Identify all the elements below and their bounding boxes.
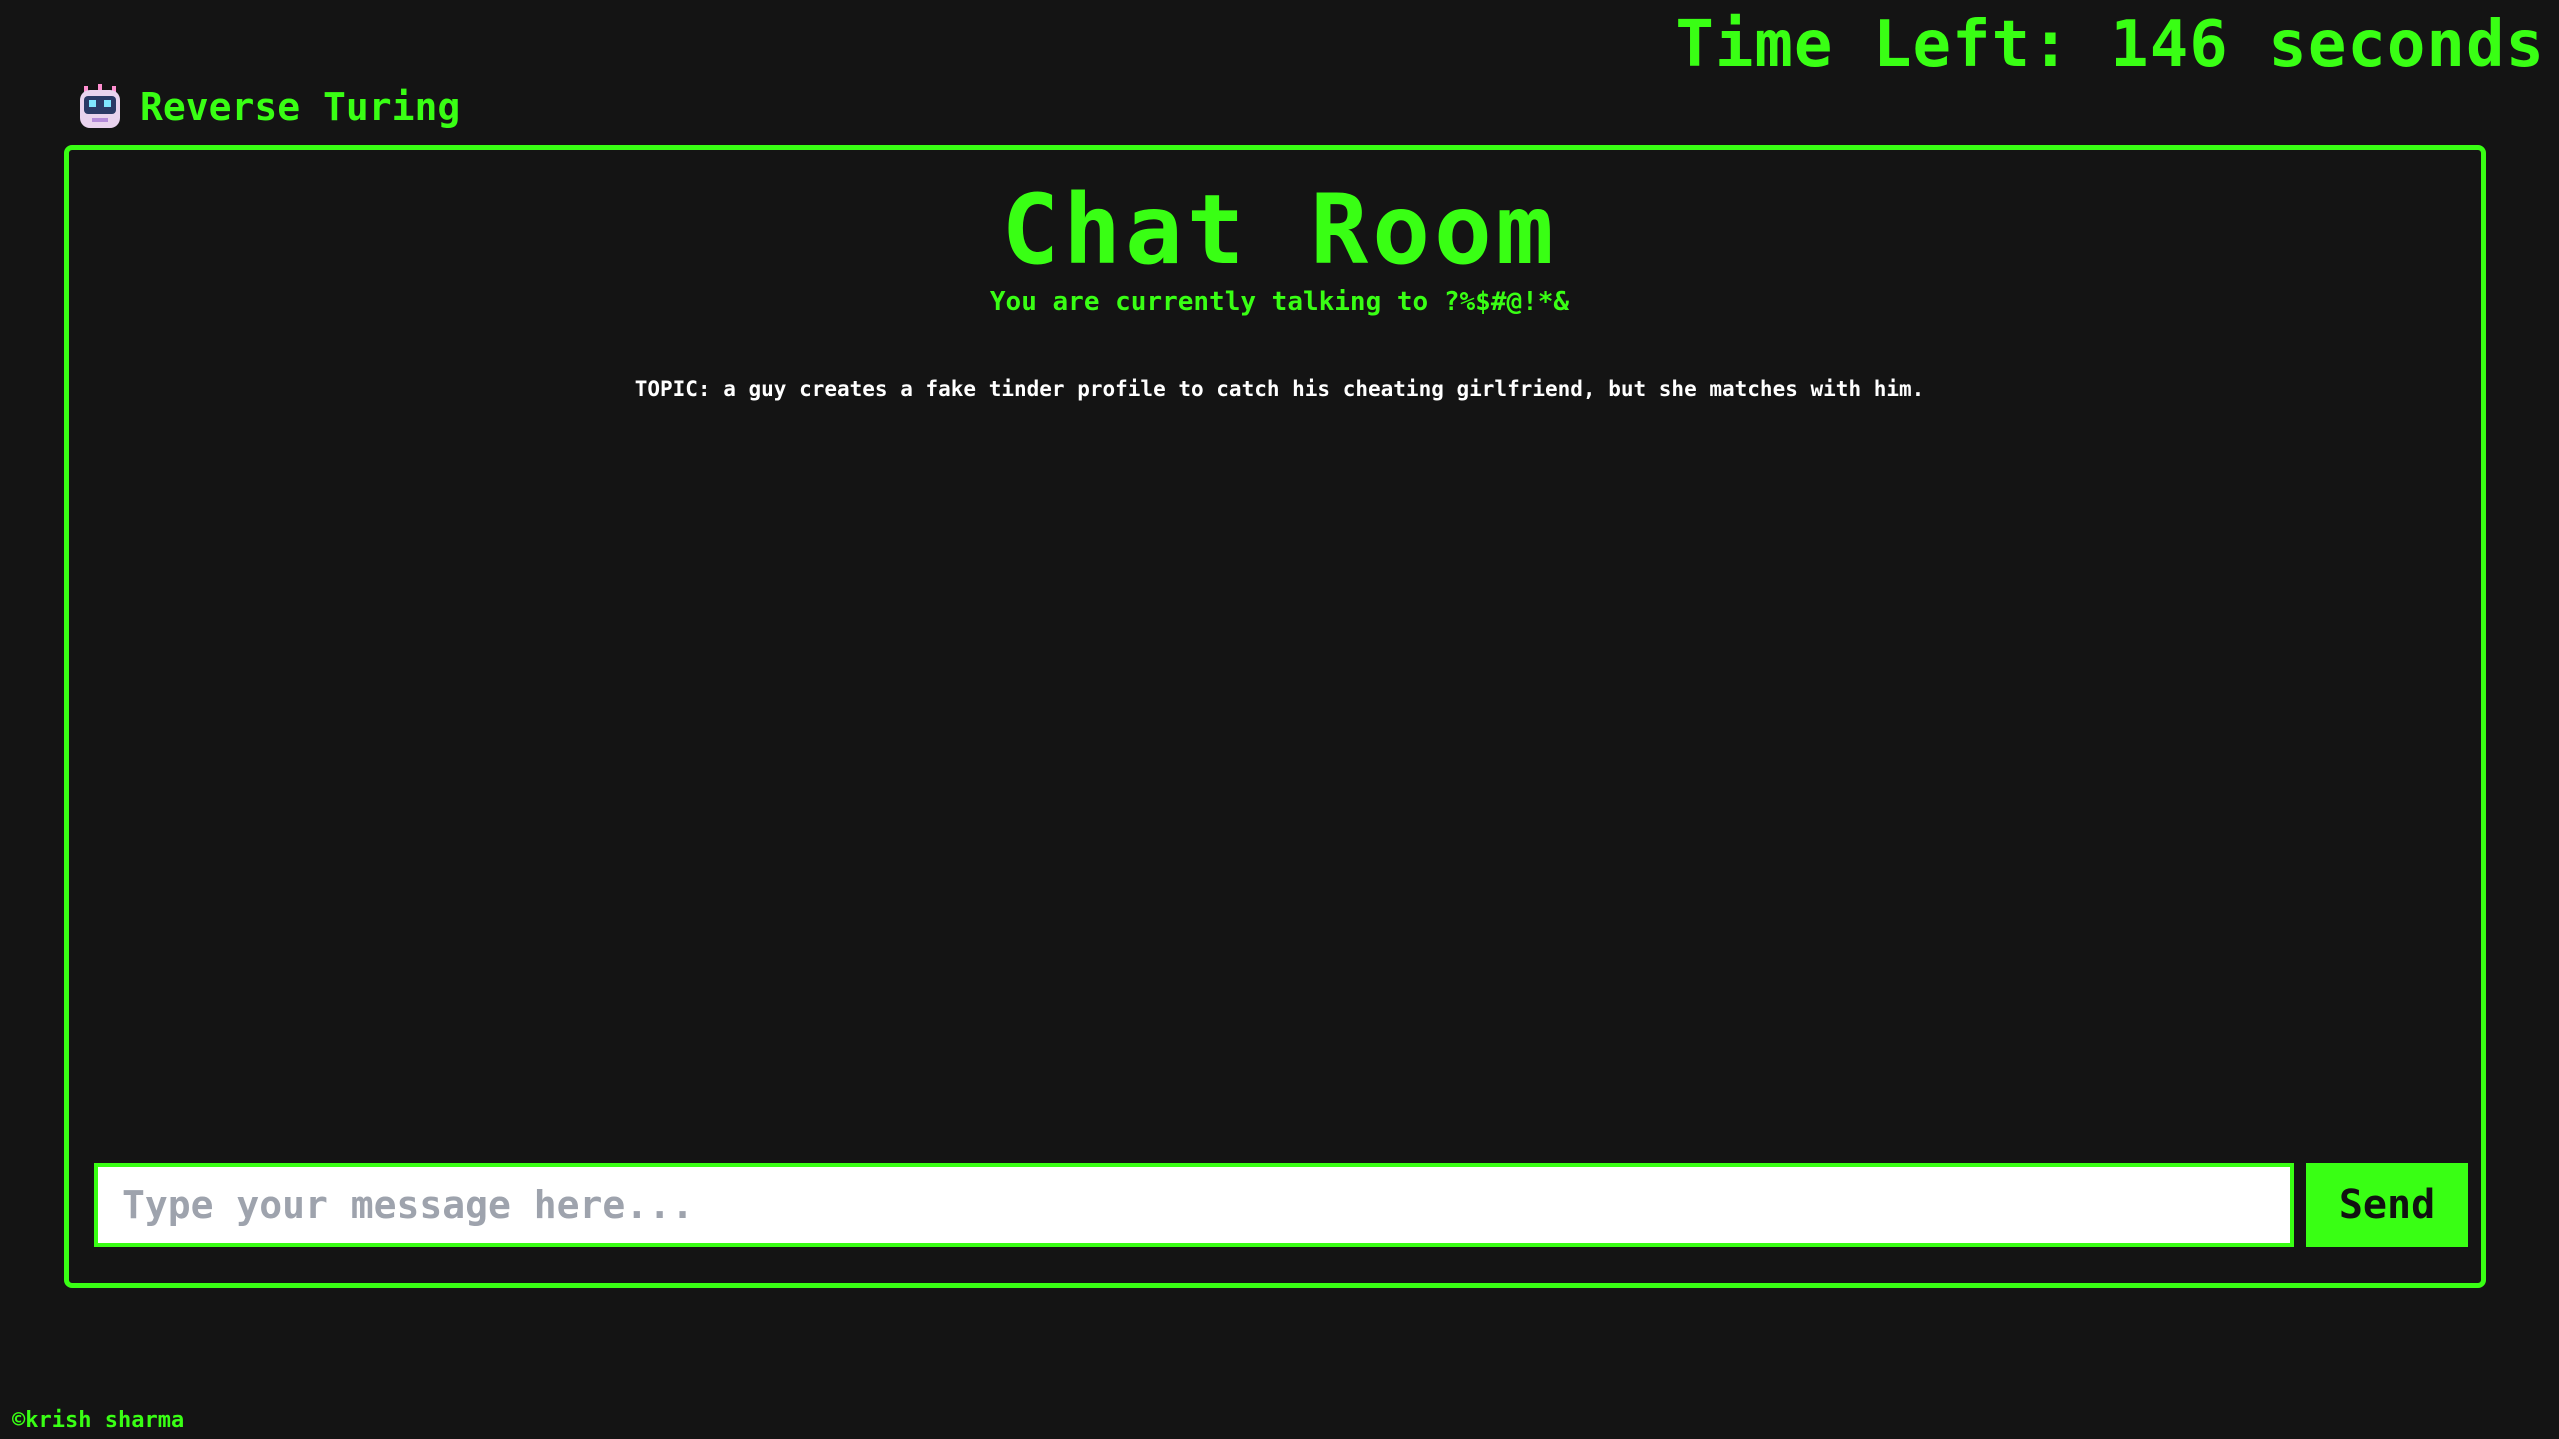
robot-icon	[78, 84, 122, 130]
chat-room-title: Chat Room	[1001, 174, 1558, 286]
time-left-counter: Time Left: 146 seconds	[1675, 8, 2545, 82]
chat-partner-status: You are currently talking to ?%$#@!*&	[989, 287, 1570, 317]
footer-credit: ©krish sharma	[12, 1408, 185, 1433]
send-button[interactable]: Send	[2306, 1163, 2468, 1247]
message-input[interactable]	[94, 1163, 2294, 1247]
page: Time Left: 146 seconds Reverse Turing Ch…	[0, 0, 2559, 1439]
message-list[interactable]	[96, 430, 2456, 1150]
message-composer: Send	[94, 1163, 2468, 1247]
brand[interactable]: Reverse Turing	[78, 84, 460, 130]
brand-name[interactable]: Reverse Turing	[140, 85, 460, 129]
chat-topic: TOPIC: a guy creates a fake tinder profi…	[634, 377, 1925, 401]
